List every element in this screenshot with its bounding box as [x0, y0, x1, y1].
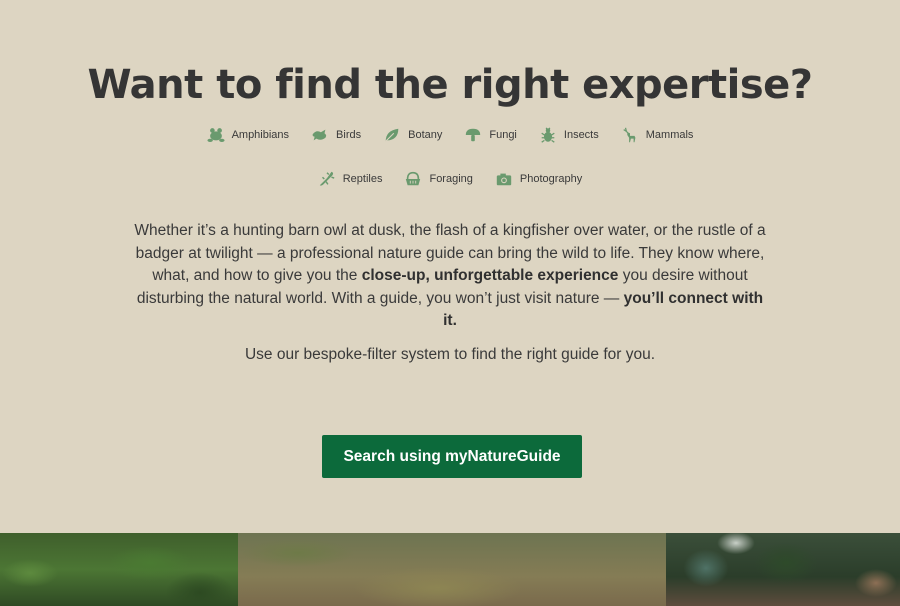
camera-icon [496, 173, 512, 186]
ivy-photo [666, 533, 900, 606]
category-label: Birds [336, 129, 362, 141]
bird-icon [312, 129, 327, 141]
category-insects[interactable]: Insects [539, 126, 599, 144]
category-birds[interactable]: Birds [311, 126, 361, 144]
category-botany[interactable]: Botany [383, 126, 442, 144]
category-label: Photography [519, 173, 583, 185]
category-foraging[interactable]: Foraging [404, 170, 473, 188]
mushroom-icon [466, 128, 481, 142]
woodland-photo [0, 533, 238, 606]
category-label: Foraging [429, 173, 473, 185]
bug-icon [541, 127, 555, 143]
lizard-icon [319, 171, 335, 186]
category-label: Botany [408, 129, 443, 141]
basket-icon [406, 171, 421, 186]
category-label: Insects [563, 129, 599, 141]
intro-paragraph: Whether it’s a hunting barn owl at dusk,… [130, 220, 770, 333]
category-list-row-2: Reptiles Foraging Photography [0, 170, 900, 188]
frog-icon [207, 128, 225, 143]
search-mynatureguide-button[interactable]: Search using myNatureGuide [322, 435, 582, 478]
category-photography[interactable]: Photography [495, 170, 582, 188]
category-reptiles[interactable]: Reptiles [318, 170, 383, 188]
leaf-icon [385, 128, 399, 142]
category-label: Amphibians [231, 129, 290, 141]
category-label: Mammals [645, 129, 694, 141]
page-title: Want to find the right expertise? [87, 62, 813, 108]
photo-strip [0, 533, 900, 606]
category-label: Reptiles [342, 173, 383, 185]
category-mammals[interactable]: Mammals [621, 126, 694, 144]
tagline: Use our bespoke-filter system to find th… [244, 346, 656, 363]
deer-icon [623, 127, 636, 143]
category-label: Fungi [489, 129, 517, 141]
category-list-row-1: Amphibians Birds Botany Fungi Insects Ma… [0, 126, 900, 144]
intro-emphasis: close-up, unforgettable experience [361, 267, 619, 284]
category-fungi[interactable]: Fungi [464, 126, 517, 144]
category-amphibians[interactable]: Amphibians [207, 126, 289, 144]
hero-section: Want to find the right expertise? Amphib… [0, 0, 900, 533]
meadow-photo [238, 533, 666, 606]
